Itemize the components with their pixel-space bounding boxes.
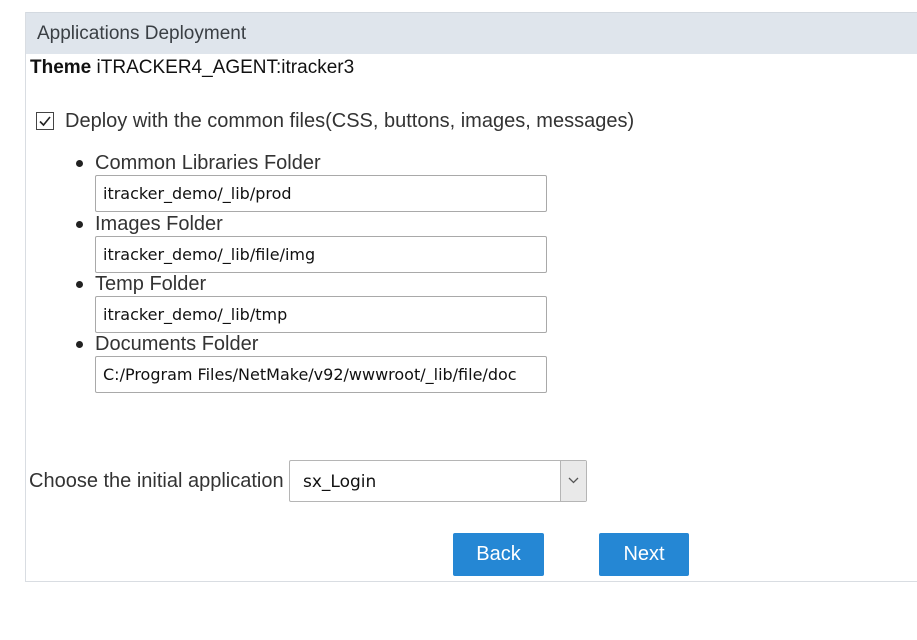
- temp-folder-input[interactable]: [95, 296, 547, 333]
- panel-title: Applications Deployment: [37, 23, 247, 44]
- documents-folder-input[interactable]: [95, 356, 547, 393]
- back-button[interactable]: Back: [453, 533, 544, 576]
- theme-label: Theme: [30, 57, 92, 78]
- images-folder-label: Images Folder: [95, 213, 223, 235]
- initial-application-select[interactable]: sx_Login: [289, 460, 587, 502]
- common-libraries-folder-label: Common Libraries Folder: [95, 152, 321, 174]
- bullet-icon: [76, 281, 83, 288]
- deployment-panel: Applications Deployment Theme iTRACKER4_…: [25, 12, 917, 582]
- initial-application-selected-value: sx_Login: [303, 472, 377, 492]
- bullet-icon: [76, 221, 83, 228]
- deploy-common-files-label: Deploy with the common files(CSS, button…: [65, 109, 635, 132]
- chevron-down-icon: [568, 477, 579, 484]
- dropdown-button[interactable]: [560, 461, 586, 501]
- temp-folder-label: Temp Folder: [95, 273, 207, 295]
- bullet-icon: [76, 160, 83, 167]
- deploy-common-files-option[interactable]: Deploy with the common files(CSS, button…: [36, 109, 634, 133]
- panel-header: Applications Deployment: [26, 12, 917, 54]
- next-button[interactable]: Next: [599, 533, 689, 576]
- checkmark-icon: [39, 116, 51, 127]
- documents-folder-label: Documents Folder: [95, 333, 259, 355]
- images-folder-input[interactable]: [95, 236, 547, 273]
- common-libraries-folder-input[interactable]: [95, 175, 547, 212]
- deploy-common-files-checkbox[interactable]: [36, 112, 54, 130]
- theme-row: Theme iTRACKER4_AGENT:itracker3: [30, 57, 354, 79]
- theme-value: iTRACKER4_AGENT:itracker3: [96, 57, 355, 78]
- initial-application-label: Choose the initial application: [29, 470, 284, 492]
- bullet-icon: [76, 341, 83, 348]
